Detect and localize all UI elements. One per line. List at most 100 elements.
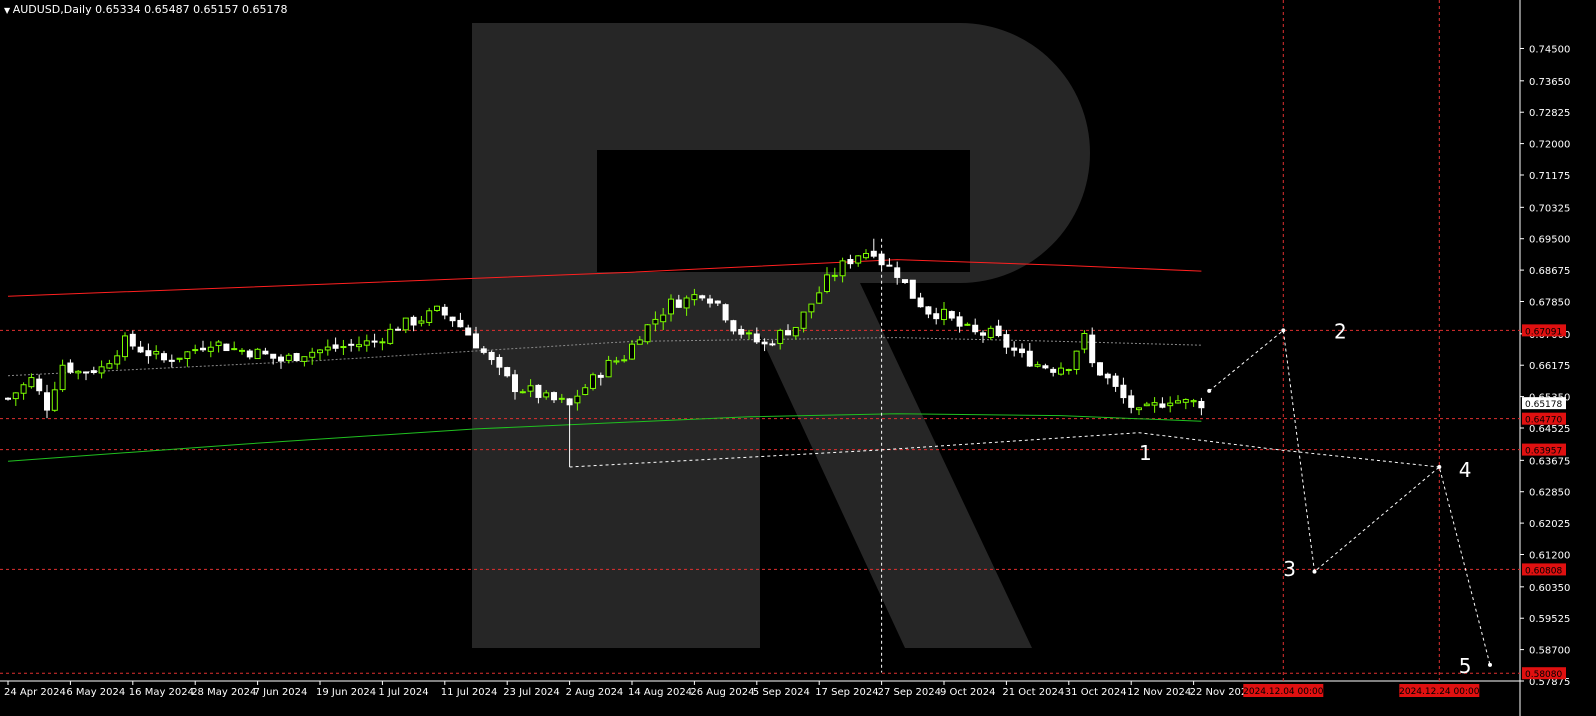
candle-body: [1026, 350, 1033, 367]
wave-label: 1: [1139, 441, 1152, 465]
candle-body: [1081, 332, 1088, 350]
candle-body: [90, 370, 97, 374]
candle-body: [1143, 403, 1150, 407]
candle-body: [1175, 400, 1181, 404]
candle-body: [223, 343, 230, 352]
candle-body: [67, 362, 74, 373]
level-badge-label: 0.58080: [1525, 670, 1562, 680]
time-badge-label: 2024.12.04 00:00: [1243, 687, 1324, 697]
candle-body: [1190, 400, 1197, 403]
candle-body: [636, 339, 643, 345]
candle-body: [574, 395, 581, 404]
candle-body: [473, 333, 479, 349]
candle-body: [1151, 402, 1158, 406]
candle-body: [660, 314, 667, 323]
x-tick-label: 12 Nov 2024: [1127, 687, 1191, 698]
candle-body: [254, 348, 261, 360]
candle-body: [1003, 334, 1010, 348]
candle-body: [1065, 368, 1072, 371]
candle-body: [168, 359, 175, 362]
candle-body: [207, 346, 214, 352]
candle-body: [964, 323, 971, 326]
candle-body: [332, 344, 339, 349]
candle-body: [683, 297, 690, 309]
x-tick-label: 11 Jul 2024: [441, 687, 498, 698]
x-tick-label: 27 Sep 2024: [878, 687, 941, 698]
candle-body: [278, 356, 284, 362]
candle-body: [894, 267, 901, 278]
candle-body: [551, 392, 557, 401]
candle-body: [855, 255, 862, 264]
x-tick-label: 21 Oct 2024: [1002, 687, 1064, 698]
candle-body: [1120, 384, 1127, 399]
candle-body: [714, 300, 721, 304]
y-tick-label: 0.73650: [1529, 77, 1570, 88]
candle-body: [410, 316, 417, 326]
candle-body: [161, 353, 167, 361]
forecast-path: [1208, 329, 1491, 665]
candle-body: [293, 353, 300, 362]
candle-body: [1089, 334, 1096, 364]
time-badge-label: 2024.12.24 00:00: [1399, 687, 1480, 697]
candle-body: [995, 325, 1002, 337]
candle-body: [668, 298, 674, 315]
candle-body: [480, 348, 487, 353]
y-tick-label: 0.61200: [1529, 550, 1570, 561]
x-tick-label: 7 Jun 2024: [254, 687, 308, 698]
candle-body: [1073, 350, 1080, 370]
candle-body: [449, 316, 456, 322]
candle-body: [863, 252, 869, 259]
y-tick-label: 0.62850: [1529, 488, 1570, 499]
candle-body: [75, 370, 82, 374]
y-tick-label: 0.63675: [1529, 456, 1570, 467]
candle-body: [324, 346, 331, 351]
y-tick-label: 0.68675: [1529, 266, 1570, 277]
candle-body: [20, 384, 27, 394]
candle-body: [722, 304, 729, 321]
x-tick-label: 6 May 2024: [66, 687, 125, 698]
x-tick-label: 24 Apr 2024: [4, 687, 66, 698]
candle-body: [753, 333, 760, 343]
y-tick-label: 0.69500: [1529, 235, 1570, 246]
candle-body: [761, 341, 768, 345]
candle-body: [1198, 400, 1205, 409]
candle-body: [870, 250, 877, 257]
candle-body: [792, 326, 799, 337]
candle-body: [317, 349, 323, 354]
candle-body: [527, 385, 534, 392]
candle-body: [777, 329, 784, 344]
candle-body: [1128, 395, 1135, 408]
candle-body: [1019, 348, 1025, 354]
candle-body: [36, 378, 43, 392]
candle-body: [582, 387, 589, 396]
y-tick-label: 0.71175: [1529, 171, 1570, 182]
candle-body: [434, 305, 440, 311]
candle-body: [488, 351, 495, 361]
candle-body: [925, 306, 932, 315]
candle-body: [1104, 373, 1111, 379]
forecast-point: [1207, 388, 1212, 393]
level-badge-label: 0.64770: [1525, 416, 1562, 426]
candle-body: [987, 327, 994, 338]
candle-body: [558, 397, 565, 400]
candle-body: [122, 335, 128, 358]
x-tick-label: 5 Sep 2024: [753, 687, 810, 698]
candle-body: [566, 398, 573, 406]
candle-body: [176, 357, 183, 360]
x-tick-label: 31 Oct 2024: [1065, 687, 1127, 698]
candle-body: [1159, 403, 1166, 408]
candle-body: [215, 341, 222, 347]
level-badge-label: 0.67091: [1525, 327, 1562, 337]
candle-body: [1097, 362, 1103, 376]
symbol-label: AUDUSD,Daily: [4, 3, 92, 16]
candle-body: [285, 354, 292, 361]
candle-body: [1112, 375, 1119, 387]
y-tick-label: 0.67850: [1529, 297, 1570, 308]
forecast-point: [1312, 569, 1317, 574]
candle-body: [1034, 364, 1041, 367]
candle-body: [543, 392, 550, 398]
candle-body: [590, 374, 596, 389]
y-tick-label: 0.70325: [1529, 203, 1570, 214]
x-tick-label: 26 Aug 2024: [690, 687, 754, 698]
candle-body: [426, 310, 433, 323]
